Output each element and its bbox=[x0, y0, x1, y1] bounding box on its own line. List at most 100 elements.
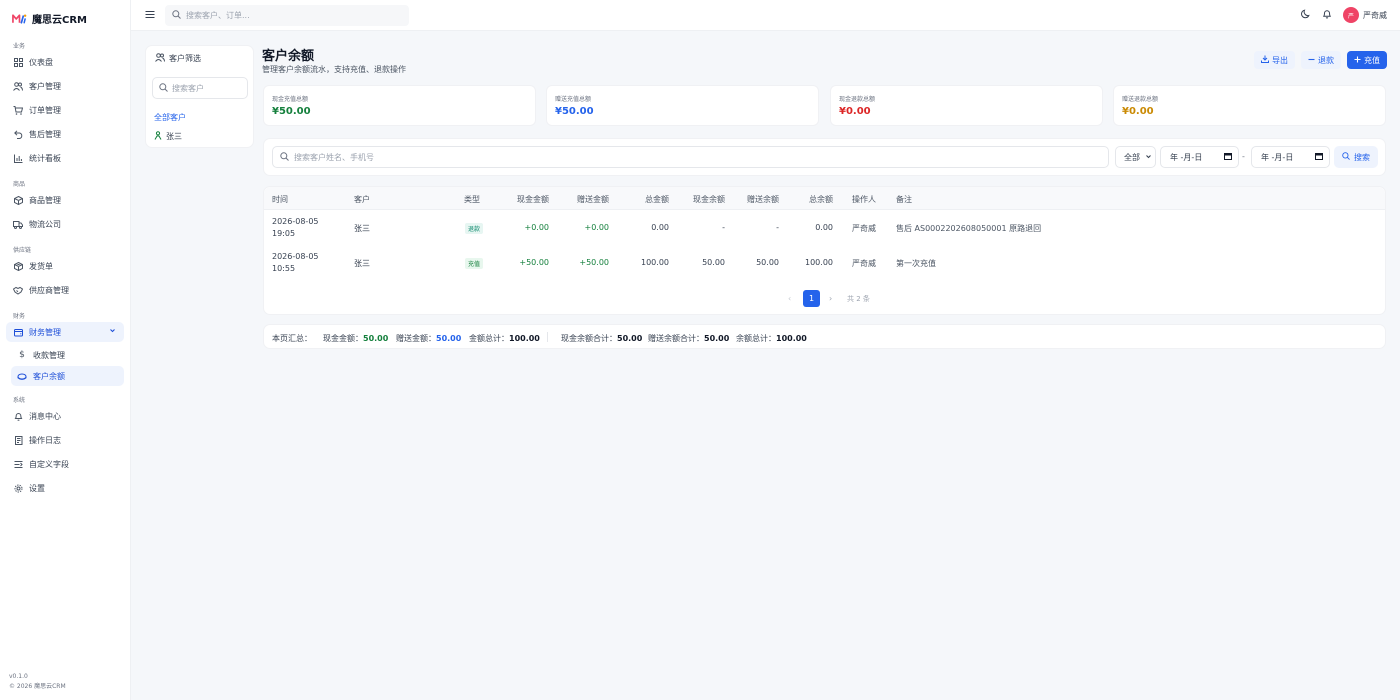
customer-list-item[interactable]: 张三 bbox=[154, 131, 182, 142]
row-time: 19:05 bbox=[272, 229, 296, 238]
sidebar-item-customer-balance[interactable]: 客户余额 bbox=[11, 366, 124, 386]
summary-divider bbox=[547, 332, 548, 342]
column-header: 客户 bbox=[354, 195, 370, 204]
sidebar-item-custom-fields[interactable]: 自定义字段 bbox=[6, 454, 124, 474]
export-button[interactable]: 导出 bbox=[1254, 51, 1295, 69]
column-header: 现金余额 bbox=[693, 195, 725, 204]
sidebar-item-stats[interactable]: 统计看板 bbox=[6, 148, 124, 168]
column-header: 备注 bbox=[896, 195, 912, 204]
column-header: 操作人 bbox=[852, 195, 876, 204]
sidebar-item-dashboard[interactable]: 仪表盘 bbox=[6, 52, 124, 72]
page-summary: 本页汇总： 现金金额：50.00 赠送金额：50.00 金额总计：100.00 … bbox=[263, 324, 1386, 349]
dark-mode-toggle-icon[interactable] bbox=[1301, 9, 1311, 21]
copyright: © 2026 魔思云CRM bbox=[9, 683, 66, 690]
column-header: 总余额 bbox=[809, 195, 833, 204]
sidebar-item-label: 自定义字段 bbox=[29, 459, 69, 469]
customer-search-input[interactable] bbox=[172, 83, 242, 93]
next-page-icon[interactable]: › bbox=[829, 294, 832, 303]
stat-card-gift-recharge: 赠送充值总额 ¥50.00 bbox=[546, 85, 819, 126]
cart-icon bbox=[13, 105, 23, 115]
nav-section-products: 商品 bbox=[13, 181, 26, 188]
sidebar-item-settings[interactable]: 设置 bbox=[6, 478, 124, 498]
sidebar-item-label: 订单管理 bbox=[29, 105, 61, 115]
page-actions: 导出 退款 充值 bbox=[1254, 51, 1387, 69]
sidebar-item-label: 售后管理 bbox=[29, 129, 61, 139]
customer-search[interactable] bbox=[152, 77, 248, 99]
search-icon bbox=[159, 82, 168, 94]
table-row[interactable]: 2026-08-05 19:05 张三 退款 +0.00 +0.00 0.00 … bbox=[264, 211, 1385, 246]
sidebar-item-label: 客户余额 bbox=[33, 371, 65, 381]
global-search[interactable] bbox=[165, 5, 409, 26]
prev-page-icon[interactable]: ‹ bbox=[788, 294, 791, 303]
recharge-button[interactable]: 充值 bbox=[1347, 51, 1387, 69]
package-icon bbox=[13, 261, 23, 271]
sidebar-item-customers[interactable]: 客户管理 bbox=[6, 76, 124, 96]
app-name: 魔思云CRM bbox=[32, 15, 87, 26]
sidebar-item-shipments[interactable]: 发货单 bbox=[6, 256, 124, 276]
user-menu[interactable]: 严 严奇威 bbox=[1343, 7, 1387, 23]
pagination: ‹ 1 › 共 2 条 bbox=[264, 290, 1385, 308]
balance-table: 时间 客户 类型 现金金额 赠送金额 总金额 现金余额 赠送余额 总余额 操作人… bbox=[263, 186, 1386, 315]
summary-item: 现金金额：50.00 bbox=[323, 334, 389, 343]
global-search-input[interactable] bbox=[186, 11, 386, 20]
nav-section-finance: 财务 bbox=[13, 313, 26, 320]
sidebar-item-logs[interactable]: 操作日志 bbox=[6, 430, 124, 450]
sidebar-item-aftersales[interactable]: 售后管理 bbox=[6, 124, 124, 144]
handshake-icon bbox=[13, 285, 23, 295]
row-total-balance: 100.00 bbox=[805, 258, 833, 267]
end-date-input[interactable]: 年 -月-日 bbox=[1251, 146, 1330, 168]
page-title: 客户余额 bbox=[262, 49, 315, 64]
search-icon bbox=[172, 10, 181, 21]
users-icon bbox=[13, 81, 23, 91]
end-date-value: 年 -月-日 bbox=[1261, 152, 1294, 162]
type-badge: 充值 bbox=[465, 258, 484, 269]
sidebar-item-suppliers[interactable]: 供应商管理 bbox=[6, 280, 124, 300]
sidebar-item-label: 物流公司 bbox=[29, 219, 61, 229]
customer-filter-panel: 客户筛选 全部客户 张三 bbox=[145, 45, 254, 148]
menu-toggle-icon[interactable] bbox=[145, 10, 155, 21]
date-separator: - bbox=[1242, 152, 1245, 161]
all-customers-link[interactable]: 全部客户 bbox=[154, 112, 186, 123]
sidebar-item-orders[interactable]: 订单管理 bbox=[6, 100, 124, 120]
refund-button[interactable]: 退款 bbox=[1301, 51, 1341, 69]
sidebar-item-finance[interactable]: 财务管理 bbox=[6, 322, 124, 342]
type-select[interactable]: 全部 bbox=[1115, 146, 1156, 168]
sidebar-item-label: 客户管理 bbox=[29, 81, 61, 91]
brand[interactable]: 魔思云CRM bbox=[12, 11, 87, 26]
filter-panel-title-text: 客户筛选 bbox=[169, 54, 201, 63]
customer-name: 张三 bbox=[166, 132, 182, 141]
coin-icon bbox=[17, 371, 27, 381]
plus-icon bbox=[1354, 56, 1361, 65]
sidebar-item-logistics[interactable]: 物流公司 bbox=[6, 214, 124, 234]
summary-item: 现金余额合计：50.00 bbox=[561, 334, 643, 343]
sidebar-item-messages[interactable]: 消息中心 bbox=[6, 406, 124, 426]
sidebar-item-label: 发货单 bbox=[29, 261, 53, 271]
type-select-value: 全部 bbox=[1124, 152, 1140, 162]
column-header: 现金金额 bbox=[517, 195, 549, 204]
topbar-actions: 严 严奇威 bbox=[1301, 7, 1387, 23]
record-search-input[interactable] bbox=[294, 152, 1074, 162]
row-operator: 严奇威 bbox=[852, 259, 876, 268]
stat-card-gift-refund: 赠送退款总额 ¥0.00 bbox=[1113, 85, 1386, 126]
notification-bell-icon[interactable] bbox=[1322, 9, 1332, 21]
sidebar-item-label: 仪表盘 bbox=[29, 57, 53, 67]
filter-panel-title: 客户筛选 bbox=[155, 53, 201, 64]
summary-label: 本页汇总： bbox=[272, 334, 312, 343]
topbar: 严 严奇威 bbox=[131, 0, 1400, 31]
sidebar-item-receipts[interactable]: $ 收款管理 bbox=[11, 345, 124, 365]
sidebar-item-products[interactable]: 商品管理 bbox=[6, 190, 124, 210]
return-icon bbox=[13, 129, 23, 139]
dashboard-icon bbox=[13, 57, 23, 67]
record-search[interactable] bbox=[272, 146, 1109, 168]
page-button-current[interactable]: 1 bbox=[803, 290, 820, 307]
calendar-icon bbox=[1315, 152, 1323, 162]
download-icon bbox=[1261, 55, 1269, 65]
search-button[interactable]: 搜索 bbox=[1334, 146, 1378, 168]
recharge-label: 充值 bbox=[1364, 55, 1380, 65]
table-row[interactable]: 2026-08-05 10:55 张三 充值 +50.00 +50.00 100… bbox=[264, 246, 1385, 281]
stat-card-cash-recharge: 现金充值总额 ¥50.00 bbox=[263, 85, 536, 126]
start-date-input[interactable]: 年 -月-日 bbox=[1160, 146, 1239, 168]
stat-label: 赠送退款总额 bbox=[1122, 96, 1159, 103]
filter-bar: 全部 年 -月-日 - 年 -月-日 搜索 bbox=[263, 138, 1386, 176]
user-name: 严奇威 bbox=[1363, 10, 1387, 20]
